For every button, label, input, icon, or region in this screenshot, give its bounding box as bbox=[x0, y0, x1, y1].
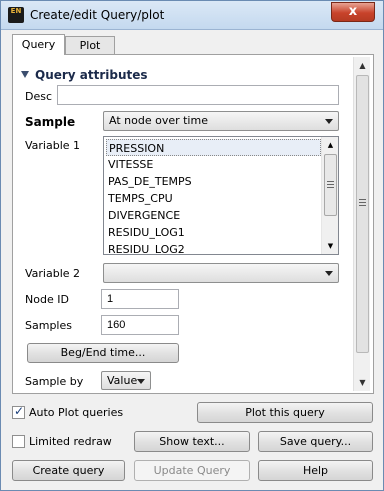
query-attributes-header[interactable]: Query attributes bbox=[21, 68, 148, 82]
grip-line bbox=[327, 184, 334, 185]
checkmark-icon: ✓ bbox=[14, 404, 25, 418]
plot-this-query-button[interactable]: Plot this query bbox=[197, 402, 373, 423]
limited-redraw-checkbox[interactable] bbox=[12, 435, 25, 448]
list-item[interactable]: PRESSION bbox=[106, 139, 321, 156]
sample-select[interactable]: At node over time bbox=[103, 111, 339, 131]
grip-line bbox=[359, 205, 366, 206]
auto-plot-checkbox[interactable]: ✓ bbox=[12, 404, 25, 419]
arrow-down-icon[interactable]: ▼ bbox=[354, 374, 371, 391]
variable2-label: Variable 2 bbox=[25, 267, 81, 280]
limited-redraw-label: Limited redraw bbox=[29, 435, 112, 448]
variable1-scrollbar[interactable]: ▲ ▼ bbox=[321, 137, 338, 254]
triangle-down-icon[interactable] bbox=[21, 71, 29, 78]
show-text-button[interactable]: Show text... bbox=[134, 431, 250, 452]
list-item[interactable]: RESIDU_LOG1 bbox=[106, 224, 185, 241]
title-bar[interactable]: EN Create/edit Query/plot x bbox=[1, 1, 383, 30]
grip-line bbox=[327, 181, 334, 182]
tab-query[interactable]: Query bbox=[12, 34, 65, 55]
variable2-select[interactable] bbox=[103, 263, 339, 283]
sample-label: Sample bbox=[25, 115, 76, 129]
variable1-scroll-thumb[interactable] bbox=[324, 154, 337, 216]
app-icon: EN bbox=[8, 7, 24, 23]
close-icon[interactable]: x bbox=[331, 2, 375, 22]
list-item[interactable]: VITESSE bbox=[106, 156, 153, 173]
arrow-down-icon[interactable]: ▼ bbox=[322, 238, 338, 254]
desc-input[interactable] bbox=[57, 85, 339, 105]
samples-label: Samples bbox=[25, 319, 72, 332]
sample-by-select-value: Value bbox=[107, 374, 138, 387]
sample-by-select[interactable]: Value bbox=[101, 371, 151, 390]
sample-by-label: Sample by bbox=[25, 375, 84, 388]
arrow-up-icon[interactable]: ▲ bbox=[354, 57, 371, 74]
save-query-button[interactable]: Save query... bbox=[258, 431, 373, 452]
chevron-down-icon bbox=[325, 271, 333, 276]
panel-scrollbar[interactable]: ▲ ▼ bbox=[353, 57, 370, 391]
query-plot-window: EN Create/edit Query/plot x Query Plot Q… bbox=[0, 0, 384, 491]
list-item[interactable]: TEMPS_CPU bbox=[106, 190, 173, 207]
update-query-button: Update Query bbox=[134, 460, 250, 481]
tab-plot[interactable]: Plot bbox=[65, 36, 115, 54]
grip-line bbox=[359, 199, 366, 200]
list-item[interactable]: RESIDU_LOG2 bbox=[106, 241, 185, 254]
node-id-label: Node ID bbox=[25, 293, 69, 306]
grip-line bbox=[327, 187, 334, 188]
query-attributes-scroll-area: Query attributes Desc Sample At node ove… bbox=[13, 58, 353, 392]
grip-line bbox=[359, 202, 366, 203]
panel-scroll-thumb[interactable] bbox=[356, 75, 369, 353]
help-button[interactable]: Help bbox=[258, 460, 373, 481]
chevron-down-icon bbox=[137, 379, 145, 384]
sample-select-value: At node over time bbox=[109, 114, 208, 127]
window-title: Create/edit Query/plot bbox=[30, 8, 165, 22]
create-query-button[interactable]: Create query bbox=[12, 460, 125, 481]
list-item[interactable]: PAS_DE_TEMPS bbox=[106, 173, 192, 190]
arrow-up-icon[interactable]: ▲ bbox=[322, 137, 338, 153]
chevron-down-icon bbox=[325, 119, 333, 124]
variable1-label: Variable 1 bbox=[25, 139, 81, 152]
beg-end-time-button[interactable]: Beg/End time... bbox=[27, 343, 179, 363]
node-id-input[interactable] bbox=[101, 289, 179, 309]
desc-label: Desc bbox=[25, 90, 53, 103]
auto-plot-label: Auto Plot queries bbox=[29, 406, 124, 419]
query-attributes-title: Query attributes bbox=[35, 68, 148, 82]
samples-input[interactable] bbox=[101, 315, 179, 335]
list-item[interactable]: DIVERGENCE bbox=[106, 207, 180, 224]
variable1-listbox[interactable]: PRESSION VITESSE PAS_DE_TEMPS TEMPS_CPU … bbox=[103, 136, 339, 255]
